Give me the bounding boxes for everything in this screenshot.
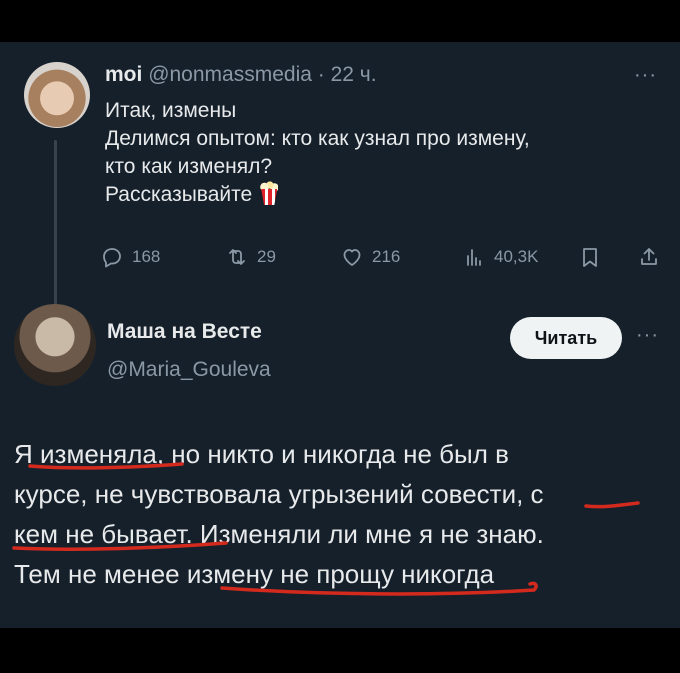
tweet1-line: Рассказывайте (105, 183, 253, 206)
views-icon (467, 249, 481, 266)
bookmark-button[interactable] (578, 245, 610, 269)
tweet1-author-name[interactable]: moi (105, 63, 142, 86)
views-count: 40,3K (494, 247, 539, 266)
tweet1-line: Делимся опытом: кто как узнал про измену… (105, 127, 530, 150)
tweet2-handle[interactable]: @Maria_Gouleva (107, 358, 271, 382)
tweet1-handle-time[interactable]: @nonmassmedia · 22 ч. (148, 63, 376, 86)
like-icon (343, 249, 361, 266)
thread-connector-line (54, 140, 57, 310)
tweet2-line: курсе, не чувствовала угрызений совести,… (14, 479, 544, 509)
more-icon[interactable]: ··· (636, 324, 659, 347)
more-icon[interactable]: ··· (634, 64, 657, 87)
tweet-thread-view: moi @nonmassmedia · 22 ч. ··· Итак, изме… (0, 42, 680, 628)
tweet2-author-name[interactable]: Маша на Весте (107, 320, 262, 344)
tweet2-line: Я изменяла, но никто и никогда не был в (14, 439, 509, 469)
reply-icon (103, 248, 121, 268)
like-button[interactable]: 216 (340, 245, 400, 269)
reply-count: 168 (132, 247, 161, 266)
tweet2-line: Тем не менее измену не прощу никогда (14, 559, 495, 589)
tweet1-text: Итак, измены Делимся опытом: кто как узн… (105, 97, 670, 209)
author-avatar-moi[interactable] (24, 62, 90, 128)
views-button[interactable]: 40,3K (462, 245, 538, 269)
reply-button[interactable]: 168 (100, 245, 160, 269)
author-avatar-masha[interactable] (14, 304, 96, 386)
tweet1-header: moi @nonmassmedia · 22 ч. (105, 63, 377, 87)
tweet2-text: Я изменяла, но никто и никогда не был в … (14, 434, 664, 594)
popcorn-emoji (258, 181, 280, 205)
repost-count: 29 (257, 247, 276, 266)
repost-icon (229, 249, 245, 265)
bookmark-icon (583, 248, 597, 267)
follow-button[interactable]: Читать (510, 317, 622, 359)
share-icon (641, 248, 657, 265)
share-button[interactable] (637, 245, 669, 269)
tweet1-action-bar: 168 29 216 40,3K (100, 245, 665, 275)
like-count: 216 (372, 247, 401, 266)
repost-button[interactable]: 29 (225, 245, 276, 269)
tweet1-line: Итак, измены (105, 99, 237, 122)
tweet1-line: кто как изменял? (105, 155, 273, 178)
tweet2-line: кем не бывает. Изменяли ли мне я не знаю… (14, 519, 544, 549)
tweet1-line-with-emoji: Рассказывайте (105, 181, 670, 209)
